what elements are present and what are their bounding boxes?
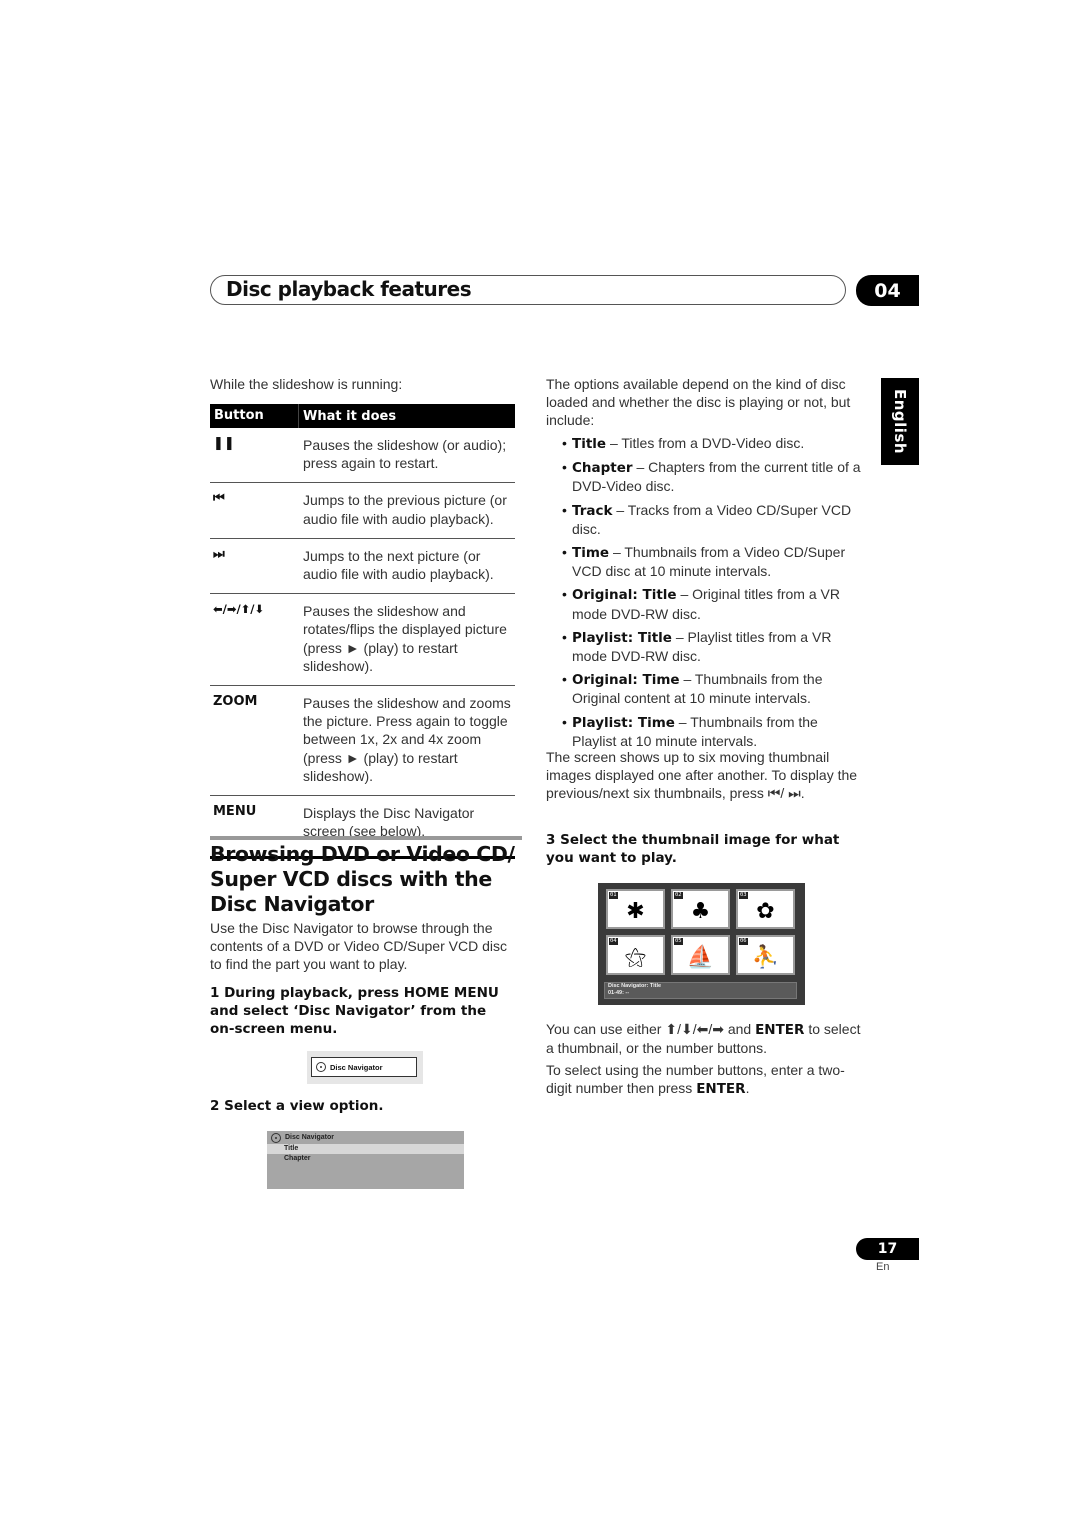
view-options-list: Title – Titles from a DVD-Video disc. Ch… (546, 434, 861, 755)
section-divider (210, 836, 522, 840)
view-menu-title-label: Disc Navigator (285, 1133, 335, 1141)
section-heading: Browsing DVD or Video CD/ Super VCD disc… (210, 842, 515, 916)
list-item: Playlist: Title – Playlist titles from a… (546, 628, 861, 665)
slideshow-button-table: Button What it does ❚❚ Pauses the slides… (210, 404, 515, 860)
table-row: ZOOM Pauses the slideshow and zooms the … (210, 686, 515, 797)
thumbnail-04: 04 ⚝ (606, 935, 665, 975)
section-header-title: Disc playback features (226, 277, 472, 301)
thumbnail-01: 01 ✱ (606, 889, 665, 929)
language-tab: English (881, 378, 919, 465)
thumbnail-status-bar: Disc Navigator: Title 01-49: -- (604, 982, 797, 999)
list-item: Original: Title – Original titles from a… (546, 585, 861, 622)
leaf-icon: ✱ (626, 898, 645, 924)
table-header: Button What it does (210, 404, 515, 428)
chapter-number-tab: 04 (856, 275, 919, 306)
table-row: ❚❚ Pauses the slideshow (or audio); pres… (210, 428, 515, 484)
row-description: Displays the Disc Navigator screen (see … (303, 805, 475, 840)
list-item: Time – Thumbnails from a Video CD/Super … (546, 543, 861, 580)
thumbnail-05: 05 ⛵ (671, 935, 730, 975)
list-item: Original: Time – Thumbnails from the Ori… (546, 670, 861, 707)
list-item: Track – Tracks from a Video CD/Super VCD… (546, 501, 861, 538)
table-row: ⬅/➡/⬆/⬇ Pauses the slideshow and rotates… (210, 594, 515, 687)
language-tab-label: English (891, 388, 909, 455)
arrow-keys-icon: ⬅/➡/⬆/⬇ (213, 602, 265, 617)
view-option-menu-screenshot: Disc Navigator Title Chapter (267, 1131, 464, 1189)
thumbnail-grid-screenshot: 01 ✱ 02 ♣ 03 ✿ 04 ⚝ 05 ⛵ 06 ⛹ Disc Navig… (598, 883, 805, 1005)
tree-icon: ♣ (690, 898, 711, 924)
status-line-range: 01-49: -- (608, 990, 630, 996)
list-item: Chapter – Chapters from the current titl… (546, 458, 861, 495)
pause-icon: ❚❚ (213, 436, 235, 451)
status-line-title: Disc Navigator: Title (608, 983, 662, 989)
select-note: You can use either ⬆/⬇/⬅/➡ and ENTER to … (546, 1021, 861, 1057)
section-intro: Use the Disc Navigator to browse through… (210, 920, 507, 973)
previous-track-icon: ⏮ (213, 491, 225, 507)
thumbnail-note: The screen shows up to six moving thumbn… (546, 749, 858, 802)
options-intro: The options available depend on the kind… (546, 376, 851, 429)
thumbnail-03: 03 ✿ (736, 889, 795, 929)
step-2: 2 Select a view option. (210, 1098, 384, 1114)
bird-icon: ⚝ (624, 944, 647, 970)
row-description: Pauses the slideshow and rotates/flips t… (303, 603, 507, 674)
row-description: Pauses the slideshow (or audio); press a… (303, 437, 507, 472)
page-language: En (876, 1261, 890, 1273)
disc-icon (316, 1062, 326, 1072)
step-3: 3 Select the thumbnail image for what yo… (546, 832, 840, 867)
disc-navigator-menu-item: Disc Navigator (311, 1057, 417, 1077)
disc-icon (271, 1132, 281, 1143)
slideshow-intro: While the slideshow is running: (210, 376, 403, 392)
row-button-label: MENU (213, 804, 257, 820)
windsurfer-icon: ⛵ (686, 944, 715, 970)
view-option-title: Title (267, 1144, 464, 1154)
menu-item-label: Disc Navigator (330, 1062, 383, 1072)
thumbnail-06: 06 ⛹ (736, 935, 795, 975)
home-menu-screenshot: Disc Navigator (307, 1051, 423, 1084)
number-note: To select using the number buttons, ente… (546, 1062, 845, 1098)
thumbnail-02: 02 ♣ (671, 889, 730, 929)
table-row: ⏮ Jumps to the previous picture (or audi… (210, 483, 515, 539)
table-row: ⏭ Jumps to the next picture (or audio fi… (210, 539, 515, 595)
view-option-chapter: Chapter (284, 1155, 311, 1162)
skater-icon: ⛹ (751, 944, 780, 970)
flower-icon: ✿ (756, 898, 775, 924)
column-header-button: Button (210, 404, 299, 428)
step-1: 1 During playback, press HOME MENU and s… (210, 985, 499, 1038)
list-item: Title – Titles from a DVD-Video disc. (546, 434, 861, 453)
row-button-label: ZOOM (213, 694, 258, 710)
row-description: Jumps to the next picture (or audio file… (303, 547, 494, 583)
view-menu-title: Disc Navigator (267, 1131, 464, 1144)
column-header-what-it-does: What it does (303, 408, 397, 424)
row-description: Jumps to the previous picture (or audio … (303, 492, 507, 527)
row-description: Pauses the slideshow and zooms the pictu… (303, 695, 511, 784)
page-number: 17 (856, 1238, 919, 1260)
list-item: Playlist: Time – Thumbnails from the Pla… (546, 713, 861, 750)
next-track-icon: ⏭ (213, 546, 225, 562)
